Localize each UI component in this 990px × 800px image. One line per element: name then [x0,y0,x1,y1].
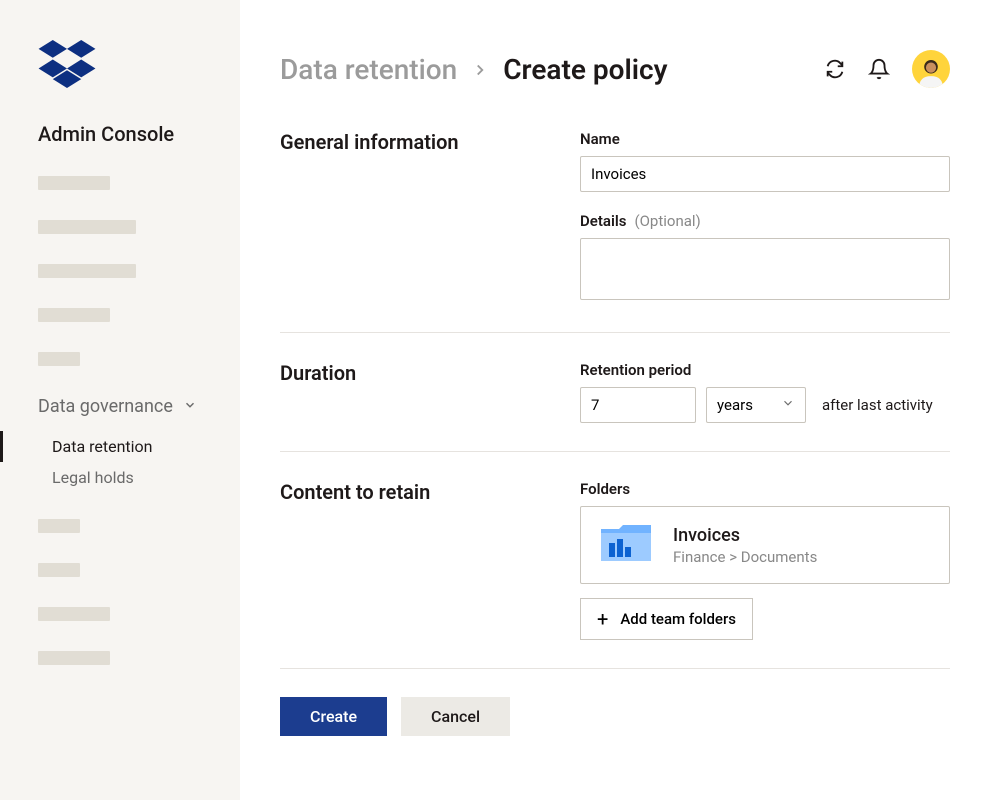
dropbox-logo [38,40,240,92]
nav-placeholder [38,308,110,322]
nav-placeholder [38,220,136,234]
nav-item-data-retention[interactable]: Data retention [0,431,240,462]
folder-card[interactable]: Invoices Finance > Documents [580,506,950,584]
nav-placeholder [38,352,80,366]
main-content: Data retention Create policy Ge [240,0,990,800]
nav-item-legal-holds[interactable]: Legal holds [0,462,240,493]
folder-path: Finance > Documents [673,548,817,566]
name-label: Name [580,130,950,148]
details-optional: (Optional) [634,212,700,230]
plus-icon: + [597,609,608,629]
breadcrumb-current: Create policy [503,53,667,86]
sidebar: Admin Console Data governance Data reten… [0,0,240,800]
retention-unit-value: years [717,396,753,414]
chevron-right-icon [471,53,489,86]
section-general: General information Name Details (Option… [280,130,950,333]
refresh-icon[interactable] [824,58,846,80]
footer-actions: Create Cancel [280,697,950,736]
nav-group-1 [0,176,240,366]
sidebar-title: Admin Console [38,122,240,146]
cancel-button[interactable]: Cancel [401,697,510,736]
retention-period-label: Retention period [580,361,950,379]
nav-group-2 [0,519,240,665]
nav-section-label-text: Data governance [38,396,173,417]
folder-name: Invoices [673,525,817,546]
breadcrumb-parent[interactable]: Data retention [280,53,457,86]
retention-suffix: after last activity [822,396,933,414]
create-button[interactable]: Create [280,697,387,736]
section-heading-general: General information [280,130,580,304]
section-heading-content: Content to retain [280,480,580,640]
folder-icon [599,521,653,569]
section-content: Content to retain Folders [280,480,950,669]
nav-placeholder [38,607,110,621]
nav-placeholder [38,519,80,533]
nav-placeholder [38,651,110,665]
bell-icon[interactable] [868,58,890,80]
details-textarea[interactable] [580,238,950,300]
details-label: Details [580,212,626,230]
breadcrumb: Data retention Create policy [280,53,668,86]
add-team-folders-button[interactable]: + Add team folders [580,598,753,640]
topbar: Data retention Create policy [280,50,950,88]
retention-unit-select[interactable]: years [706,387,806,423]
name-input[interactable] [580,156,950,192]
section-duration: Duration Retention period years after la… [280,361,950,452]
nav-placeholder [38,264,136,278]
nav-section-data-governance[interactable]: Data governance [0,396,240,417]
section-heading-duration: Duration [280,361,580,423]
retention-value-input[interactable] [580,387,696,423]
add-folders-label: Add team folders [620,610,736,628]
nav-placeholder [38,563,80,577]
chevron-down-icon [183,396,197,417]
chevron-down-icon [781,396,795,414]
avatar[interactable] [912,50,950,88]
folders-label: Folders [580,480,950,498]
topbar-actions [824,50,950,88]
nav-placeholder [38,176,110,190]
